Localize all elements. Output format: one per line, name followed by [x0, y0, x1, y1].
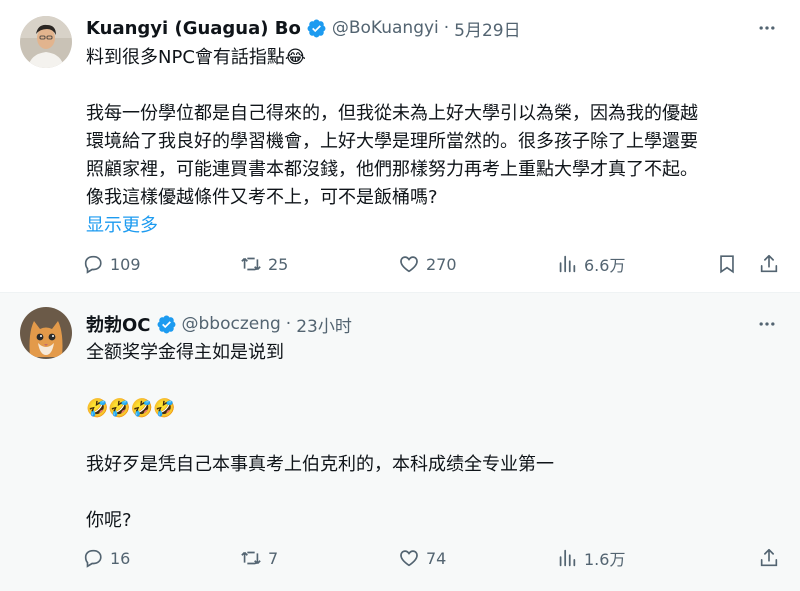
verified-badge-icon	[157, 315, 175, 333]
tweet-emoji-line: 🤣🤣🤣🤣	[86, 398, 176, 419]
tweet-line	[86, 72, 786, 100]
like-count: 270	[426, 254, 457, 274]
share-button[interactable]	[758, 544, 780, 572]
avatar-cat-photo	[20, 307, 72, 359]
like-icon	[400, 550, 418, 567]
share-icon	[760, 254, 778, 273]
view-count: 6.6万	[584, 256, 626, 275]
retweet-icon	[241, 257, 261, 271]
retweet-button[interactable]: 7	[240, 544, 278, 572]
display-name[interactable]: Kuangyi (Guagua) Bo	[86, 18, 301, 39]
tweet-line: 料到很多NPC會有話指點😂	[86, 47, 306, 68]
tweet-original[interactable]: Kuangyi (Guagua) Bo @BoKuangyi · 5月29日 料…	[0, 0, 800, 293]
display-name[interactable]: 勃勃OC	[86, 311, 151, 337]
action-bar: 16 7 74 1.6万	[82, 544, 782, 572]
reply-count: 109	[110, 254, 141, 274]
tweet-line: 我每一份學位都是自己得來的，但我從未為上好大學引以為榮，因為我的優越	[86, 103, 698, 124]
more-options-button[interactable]	[756, 313, 778, 335]
retweet-icon	[241, 551, 261, 565]
tweet-line	[86, 423, 786, 451]
tweet-reply[interactable]: 勃勃OC @bboczeng · 23小时 全额奖学金得主如是说到 🤣🤣🤣🤣 我…	[0, 293, 800, 591]
retweet-button[interactable]: 25	[240, 250, 288, 278]
tweet-line	[86, 479, 786, 507]
avatar[interactable]	[20, 16, 72, 68]
tweet-line: 照顧家裡，可能連買書本都沒錢，他們那樣努力再考上重點大學才真了不起。	[86, 159, 698, 180]
action-bar: 109 25 270 6.6万	[82, 250, 782, 278]
timestamp[interactable]: 23小时	[296, 312, 352, 337]
tweet-line: 全额奖学金得主如是说到	[86, 342, 284, 363]
reply-icon	[84, 255, 102, 274]
like-icon	[400, 256, 418, 273]
retweet-count: 7	[268, 548, 279, 568]
retweet-count: 25	[268, 254, 289, 274]
reply-count: 16	[110, 548, 131, 568]
like-button[interactable]: 270	[398, 250, 457, 278]
views-button[interactable]: 6.6万	[556, 250, 625, 278]
more-options-button[interactable]	[756, 17, 778, 39]
share-icon	[760, 548, 778, 567]
reply-icon	[84, 549, 102, 568]
bookmark-icon	[720, 255, 734, 274]
handle[interactable]: @BoKuangyi	[332, 18, 439, 38]
views-icon	[559, 549, 576, 567]
handle[interactable]: @bboczeng	[182, 314, 281, 334]
more-icon	[759, 322, 775, 326]
tweet-line: 你呢?	[86, 510, 132, 531]
tweet-header: Kuangyi (Guagua) Bo @BoKuangyi · 5月29日	[86, 14, 521, 42]
tweet-text: 全额奖学金得主如是说到 🤣🤣🤣🤣 我好歹是凭自己本事真考上伯克利的，本科成绩全专…	[86, 339, 786, 535]
view-count: 1.6万	[584, 550, 626, 569]
more-icon	[759, 26, 775, 30]
tweet-text: 料到很多NPC會有話指點😂 我每一份學位都是自己得來的，但我從未為上好大學引以為…	[86, 44, 786, 240]
views-button[interactable]: 1.6万	[556, 544, 625, 572]
bookmark-button[interactable]	[716, 250, 738, 278]
separator-dot: ·	[443, 18, 450, 38]
tweet-line	[86, 367, 786, 395]
views-icon	[559, 255, 576, 273]
verified-badge-icon	[307, 19, 326, 37]
share-button[interactable]	[758, 250, 780, 278]
tweet-line: 像我這樣優越條件又考不上，可不是飯桶嗎?	[86, 187, 438, 208]
show-more-link[interactable]: 显示更多	[86, 212, 786, 240]
tweet-line: 環境給了我良好的學習機會，上好大學是理所當然的。很多孩子除了上學還要	[86, 131, 698, 152]
timestamp[interactable]: 5月29日	[454, 16, 520, 41]
like-count: 74	[426, 548, 447, 568]
separator-dot: ·	[285, 314, 292, 334]
avatar-photo	[20, 16, 72, 68]
like-button[interactable]: 74	[398, 544, 446, 572]
avatar[interactable]	[20, 307, 72, 359]
tweet-header: 勃勃OC @bboczeng · 23小时	[86, 310, 352, 338]
reply-button[interactable]: 16	[82, 544, 130, 572]
reply-button[interactable]: 109	[82, 250, 141, 278]
tweet-line: 我好歹是凭自己本事真考上伯克利的，本科成绩全专业第一	[86, 454, 554, 475]
